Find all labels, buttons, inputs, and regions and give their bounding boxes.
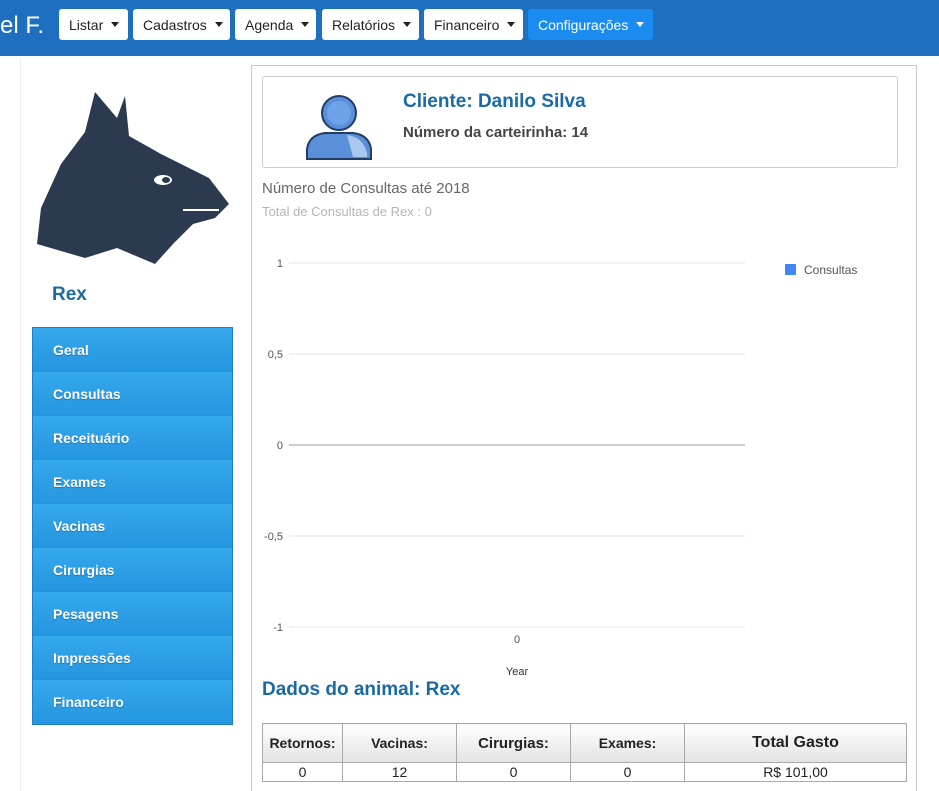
pet-name: Rex	[52, 284, 87, 305]
caret-down-icon	[507, 22, 516, 27]
legend-swatch	[785, 264, 796, 275]
sidebar-item-vacinas[interactable]: Vacinas	[33, 504, 232, 548]
cell-vacinas: 12	[342, 762, 457, 782]
card-number: Número da carteirinha: 14	[403, 124, 589, 141]
top-navbar: el F. Listar Cadastros Agenda Relatórios…	[0, 0, 939, 56]
menu-listar[interactable]: Listar	[59, 9, 128, 40]
menu-cadastros-label: Cadastros	[143, 16, 207, 33]
y-tick-label: -0,5	[264, 531, 283, 543]
client-name: Cliente: Danilo Silva	[403, 91, 586, 112]
sidebar-item-consultas[interactable]: Consultas	[33, 372, 232, 416]
header-cirurgias: Cirurgias:	[456, 723, 571, 763]
client-card: Cliente: Danilo Silva Número da carteiri…	[262, 76, 898, 168]
consultas-chart: 1 0,5 0 -0,5 -1 0 Year Consultas	[264, 258, 857, 678]
y-tick-label: 0,5	[268, 349, 283, 361]
animal-sidebar: Rex Geral Consultas Receituário Exames V…	[20, 58, 246, 791]
animal-data-title: Dados do animal: Rex	[262, 679, 461, 700]
table-row: 0 12 0 0 R$ 101,00	[262, 762, 907, 782]
sidebar-item-financeiro[interactable]: Financeiro	[33, 680, 232, 724]
animal-stats-table: Retornos: Vacinas: Cirurgias: Exames: To…	[262, 723, 907, 782]
caret-down-icon	[111, 22, 120, 27]
x-axis-label: Year	[506, 666, 529, 678]
cell-cirurgias: 0	[456, 762, 571, 782]
x-tick-label: 0	[514, 634, 520, 646]
menu-listar-label: Listar	[69, 16, 104, 33]
main-panel: Cliente: Danilo Silva Número da carteiri…	[251, 65, 917, 791]
sidebar-item-impressoes[interactable]: Impressões	[33, 636, 232, 680]
cell-exames: 0	[570, 762, 685, 782]
user-avatar-icon	[306, 95, 372, 160]
y-tick-label: 1	[277, 258, 283, 270]
legend-label: Consultas	[804, 263, 857, 277]
menu-configuracoes[interactable]: Configurações	[528, 9, 653, 40]
sidebar-item-receituario[interactable]: Receituário	[33, 416, 232, 460]
caret-down-icon	[301, 22, 310, 27]
chart-subtitle: Total de Consultas de Rex : 0	[262, 204, 432, 219]
menu-relatorios-label: Relatórios	[332, 16, 396, 33]
caret-down-icon	[636, 22, 645, 27]
sidebar-item-pesagens[interactable]: Pesagens	[33, 592, 232, 636]
menu-agenda-label: Agenda	[245, 16, 294, 33]
header-total-gasto: Total Gasto	[684, 723, 907, 763]
menu-cadastros[interactable]: Cadastros	[133, 9, 230, 40]
y-tick-label: -1	[273, 622, 283, 634]
caret-down-icon	[214, 22, 223, 27]
menu-financeiro-label: Financeiro	[434, 16, 500, 33]
sidebar-item-exames[interactable]: Exames	[33, 460, 232, 504]
cell-total-gasto: R$ 101,00	[684, 762, 907, 782]
header-retornos: Retornos:	[262, 723, 343, 763]
sidebar-item-cirurgias[interactable]: Cirurgias	[33, 548, 232, 592]
cell-retornos: 0	[262, 762, 343, 782]
menu-configuracoes-label: Configurações	[538, 16, 629, 33]
sidebar-item-geral[interactable]: Geral	[33, 328, 232, 372]
header-vacinas: Vacinas:	[342, 723, 457, 763]
dog-logo-icon	[37, 92, 229, 264]
y-tick-label: 0	[277, 440, 283, 452]
menu-financeiro[interactable]: Financeiro	[424, 9, 523, 40]
chart-title: Número de Consultas até 2018	[262, 180, 470, 197]
header-exames: Exames:	[570, 723, 685, 763]
caret-down-icon	[403, 22, 412, 27]
menu-agenda[interactable]: Agenda	[235, 9, 316, 40]
menu-relatorios[interactable]: Relatórios	[322, 9, 419, 40]
brand-title[interactable]: el F.	[0, 12, 44, 40]
side-menu: Geral Consultas Receituário Exames Vacin…	[32, 327, 233, 725]
